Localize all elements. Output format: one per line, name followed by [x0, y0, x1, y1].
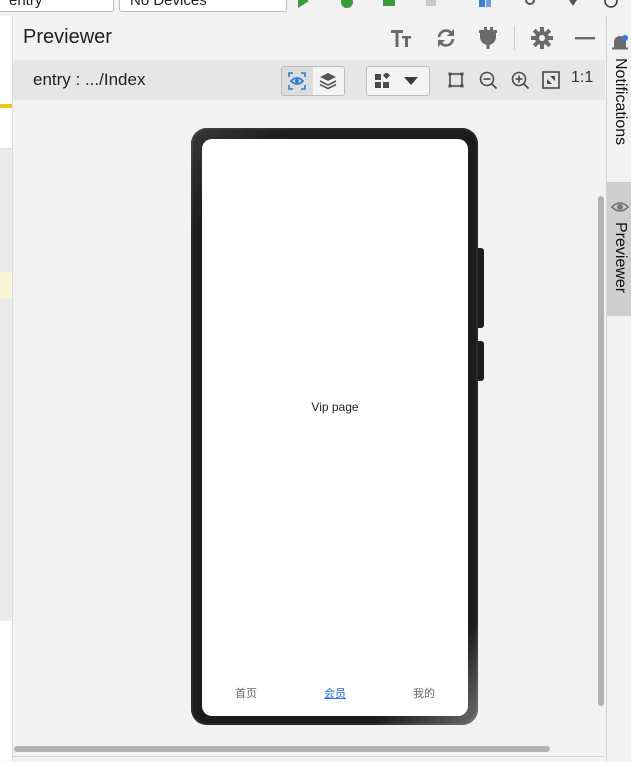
- device-screen[interactable]: Vip page 首页 会员 我的: [202, 139, 468, 716]
- eye-icon: [611, 202, 629, 212]
- editor-gutter: [0, 148, 12, 621]
- actual-size-button[interactable]: 1:1: [571, 69, 593, 87]
- device-profile-dropdown[interactable]: [366, 66, 430, 96]
- gear-icon[interactable]: [530, 26, 554, 50]
- panel-title: Previewer: [23, 26, 112, 48]
- editor-line-highlight: [0, 272, 12, 298]
- zoom-in-icon[interactable]: [510, 70, 530, 90]
- inspect-eye-icon: [288, 72, 306, 90]
- multi-device-icon: [375, 73, 390, 88]
- stop-icon[interactable]: [424, 0, 438, 8]
- refresh-icon[interactable]: [434, 26, 458, 50]
- font-size-icon[interactable]: [389, 26, 413, 50]
- notifications-label: Notifications: [612, 58, 629, 146]
- layers-icon: [319, 73, 337, 90]
- fit-screen-icon[interactable]: [541, 70, 561, 90]
- bell-icon: [612, 35, 628, 50]
- previewer-subtoolbar: entry : .../Index 1:1: [13, 60, 605, 100]
- header-separator: [514, 26, 515, 50]
- debug-icon[interactable]: [340, 0, 354, 8]
- vertical-scrollbar[interactable]: [598, 196, 604, 706]
- run-icon[interactable]: [296, 0, 310, 8]
- tab-home[interactable]: 首页: [216, 685, 276, 701]
- bottom-border: [13, 756, 605, 762]
- chevron-down-icon: [404, 77, 418, 85]
- bottom-tab-bar: 首页 会员 我的: [202, 685, 468, 705]
- horizontal-scrollbar[interactable]: [14, 746, 550, 752]
- editor-tab-indicator: [0, 104, 12, 108]
- phone-power-button: [478, 341, 484, 381]
- phone-volume-button: [478, 248, 484, 328]
- module-select[interactable]: entry: [0, 0, 114, 12]
- attach-debugger-icon[interactable]: [382, 0, 396, 8]
- zoom-out-icon[interactable]: [478, 70, 498, 90]
- page-path: entry : .../Index: [33, 70, 146, 89]
- tab-mine[interactable]: 我的: [394, 685, 454, 701]
- inspector-toggle-group: [281, 66, 345, 96]
- fit-frame-icon[interactable]: [446, 70, 466, 90]
- device-manager-icon[interactable]: [478, 0, 492, 8]
- notifications-tool-tab[interactable]: Notifications: [607, 16, 631, 182]
- previewer-header: Previewer: [13, 16, 605, 60]
- minimize-icon[interactable]: [573, 26, 597, 50]
- plugin-icon[interactable]: [476, 26, 500, 50]
- inspector-toggle[interactable]: [282, 67, 313, 95]
- previewer-tool-label: Previewer: [612, 222, 629, 294]
- main-toolbar: entry No Devices: [0, 0, 631, 17]
- device-select[interactable]: No Devices: [119, 0, 287, 12]
- layers-toggle[interactable]: [313, 67, 344, 95]
- account-icon[interactable]: [604, 0, 618, 8]
- previewer-tool-tab[interactable]: Previewer: [607, 182, 631, 316]
- update-icon[interactable]: [566, 0, 580, 8]
- vip-page-text: Vip page: [311, 400, 359, 414]
- search-icon[interactable]: [524, 0, 538, 8]
- tab-vip[interactable]: 会员: [305, 685, 365, 701]
- right-tool-strip: Notifications Previewer: [606, 16, 631, 761]
